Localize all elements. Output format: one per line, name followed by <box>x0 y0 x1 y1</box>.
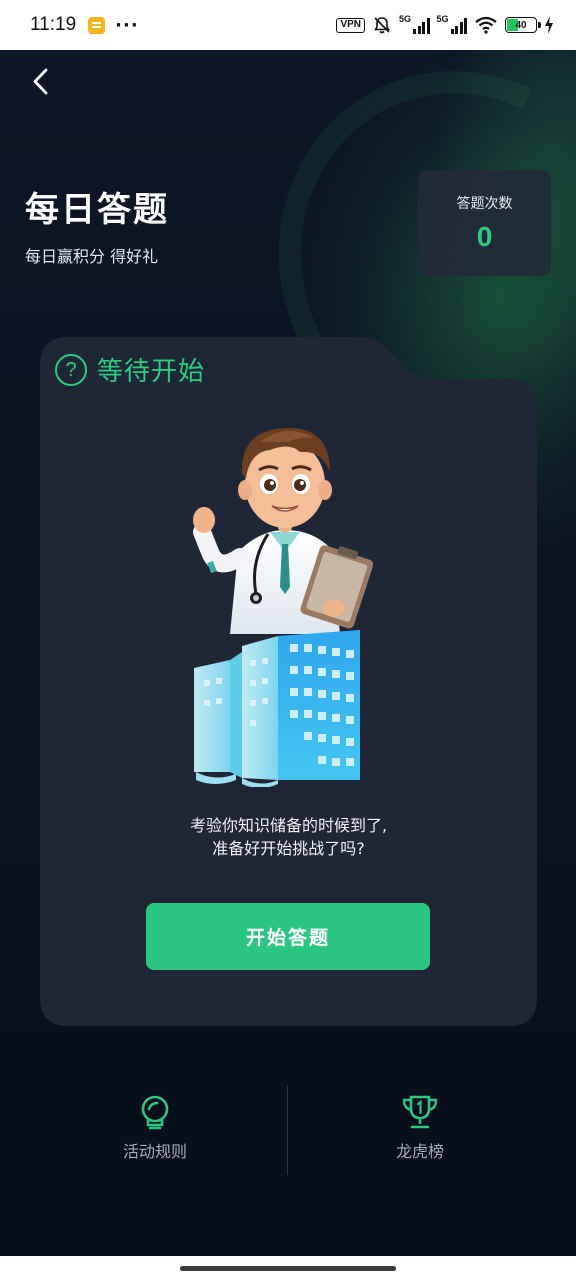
question-circle-icon: ? <box>55 353 87 386</box>
answer-count-card: 答题次数 0 <box>418 170 551 276</box>
battery-icon: 40 <box>505 17 541 33</box>
home-indicator[interactable] <box>180 1266 396 1271</box>
back-button[interactable] <box>22 62 62 102</box>
leaderboard-label: 龙虎榜 <box>395 1142 444 1161</box>
signal-type-label: 5G <box>399 14 412 24</box>
answer-count-label: 答题次数 <box>456 196 513 212</box>
mute-bell-icon <box>374 17 390 34</box>
quiz-card: ? 等待开始 考验你知识储备的时候到了, 准备好开始挑战了吗? 开始答题 <box>40 337 537 1026</box>
start-quiz-button[interactable]: 开始答题 <box>146 903 430 970</box>
rules-lightbulb-icon <box>141 1095 169 1130</box>
quiz-status-text: 等待开始 <box>97 357 206 387</box>
status-indicators: VPN 5G 5G 40 <box>336 14 554 35</box>
signal-icon: 5G <box>436 14 467 34</box>
trophy-icon <box>402 1095 438 1129</box>
quiz-description: 考验你知识储备的时候到了, 准备好开始挑战了吗? <box>40 814 537 860</box>
chevron-left-icon <box>33 68 48 95</box>
activity-rules-button[interactable]: 活动规则 <box>55 1094 255 1162</box>
answer-count-value: 0 <box>476 221 493 252</box>
activity-rules-label: 活动规则 <box>122 1142 187 1161</box>
status-bar: 11:19 ··· VPN 5G 5G 40 <box>0 0 576 50</box>
quiz-status: ? 等待开始 <box>55 351 205 388</box>
status-time: 11:19 <box>30 14 77 35</box>
page-title: 每日答题 <box>25 190 169 230</box>
page-subtitle: 每日赢积分 得好礼 <box>25 247 159 266</box>
battery-level: 40 <box>515 19 527 31</box>
wifi-icon <box>475 16 497 34</box>
more-notifications-icon: ··· <box>115 14 139 36</box>
charging-icon <box>545 16 553 34</box>
quiz-description-line: 准备好开始挑战了吗? <box>212 839 365 858</box>
signal-icon: 5G <box>399 14 430 34</box>
quiz-description-line: 考验你知识储备的时候到了, <box>189 816 388 835</box>
notes-app-icon <box>88 16 106 34</box>
navigation-bar <box>0 1256 576 1280</box>
bottom-divider <box>287 1085 288 1175</box>
signal-type-label: 5G <box>436 14 449 24</box>
leaderboard-button[interactable]: 龙虎榜 <box>320 1094 520 1162</box>
vpn-icon: VPN <box>336 17 365 33</box>
doctor-illustration <box>193 427 374 787</box>
